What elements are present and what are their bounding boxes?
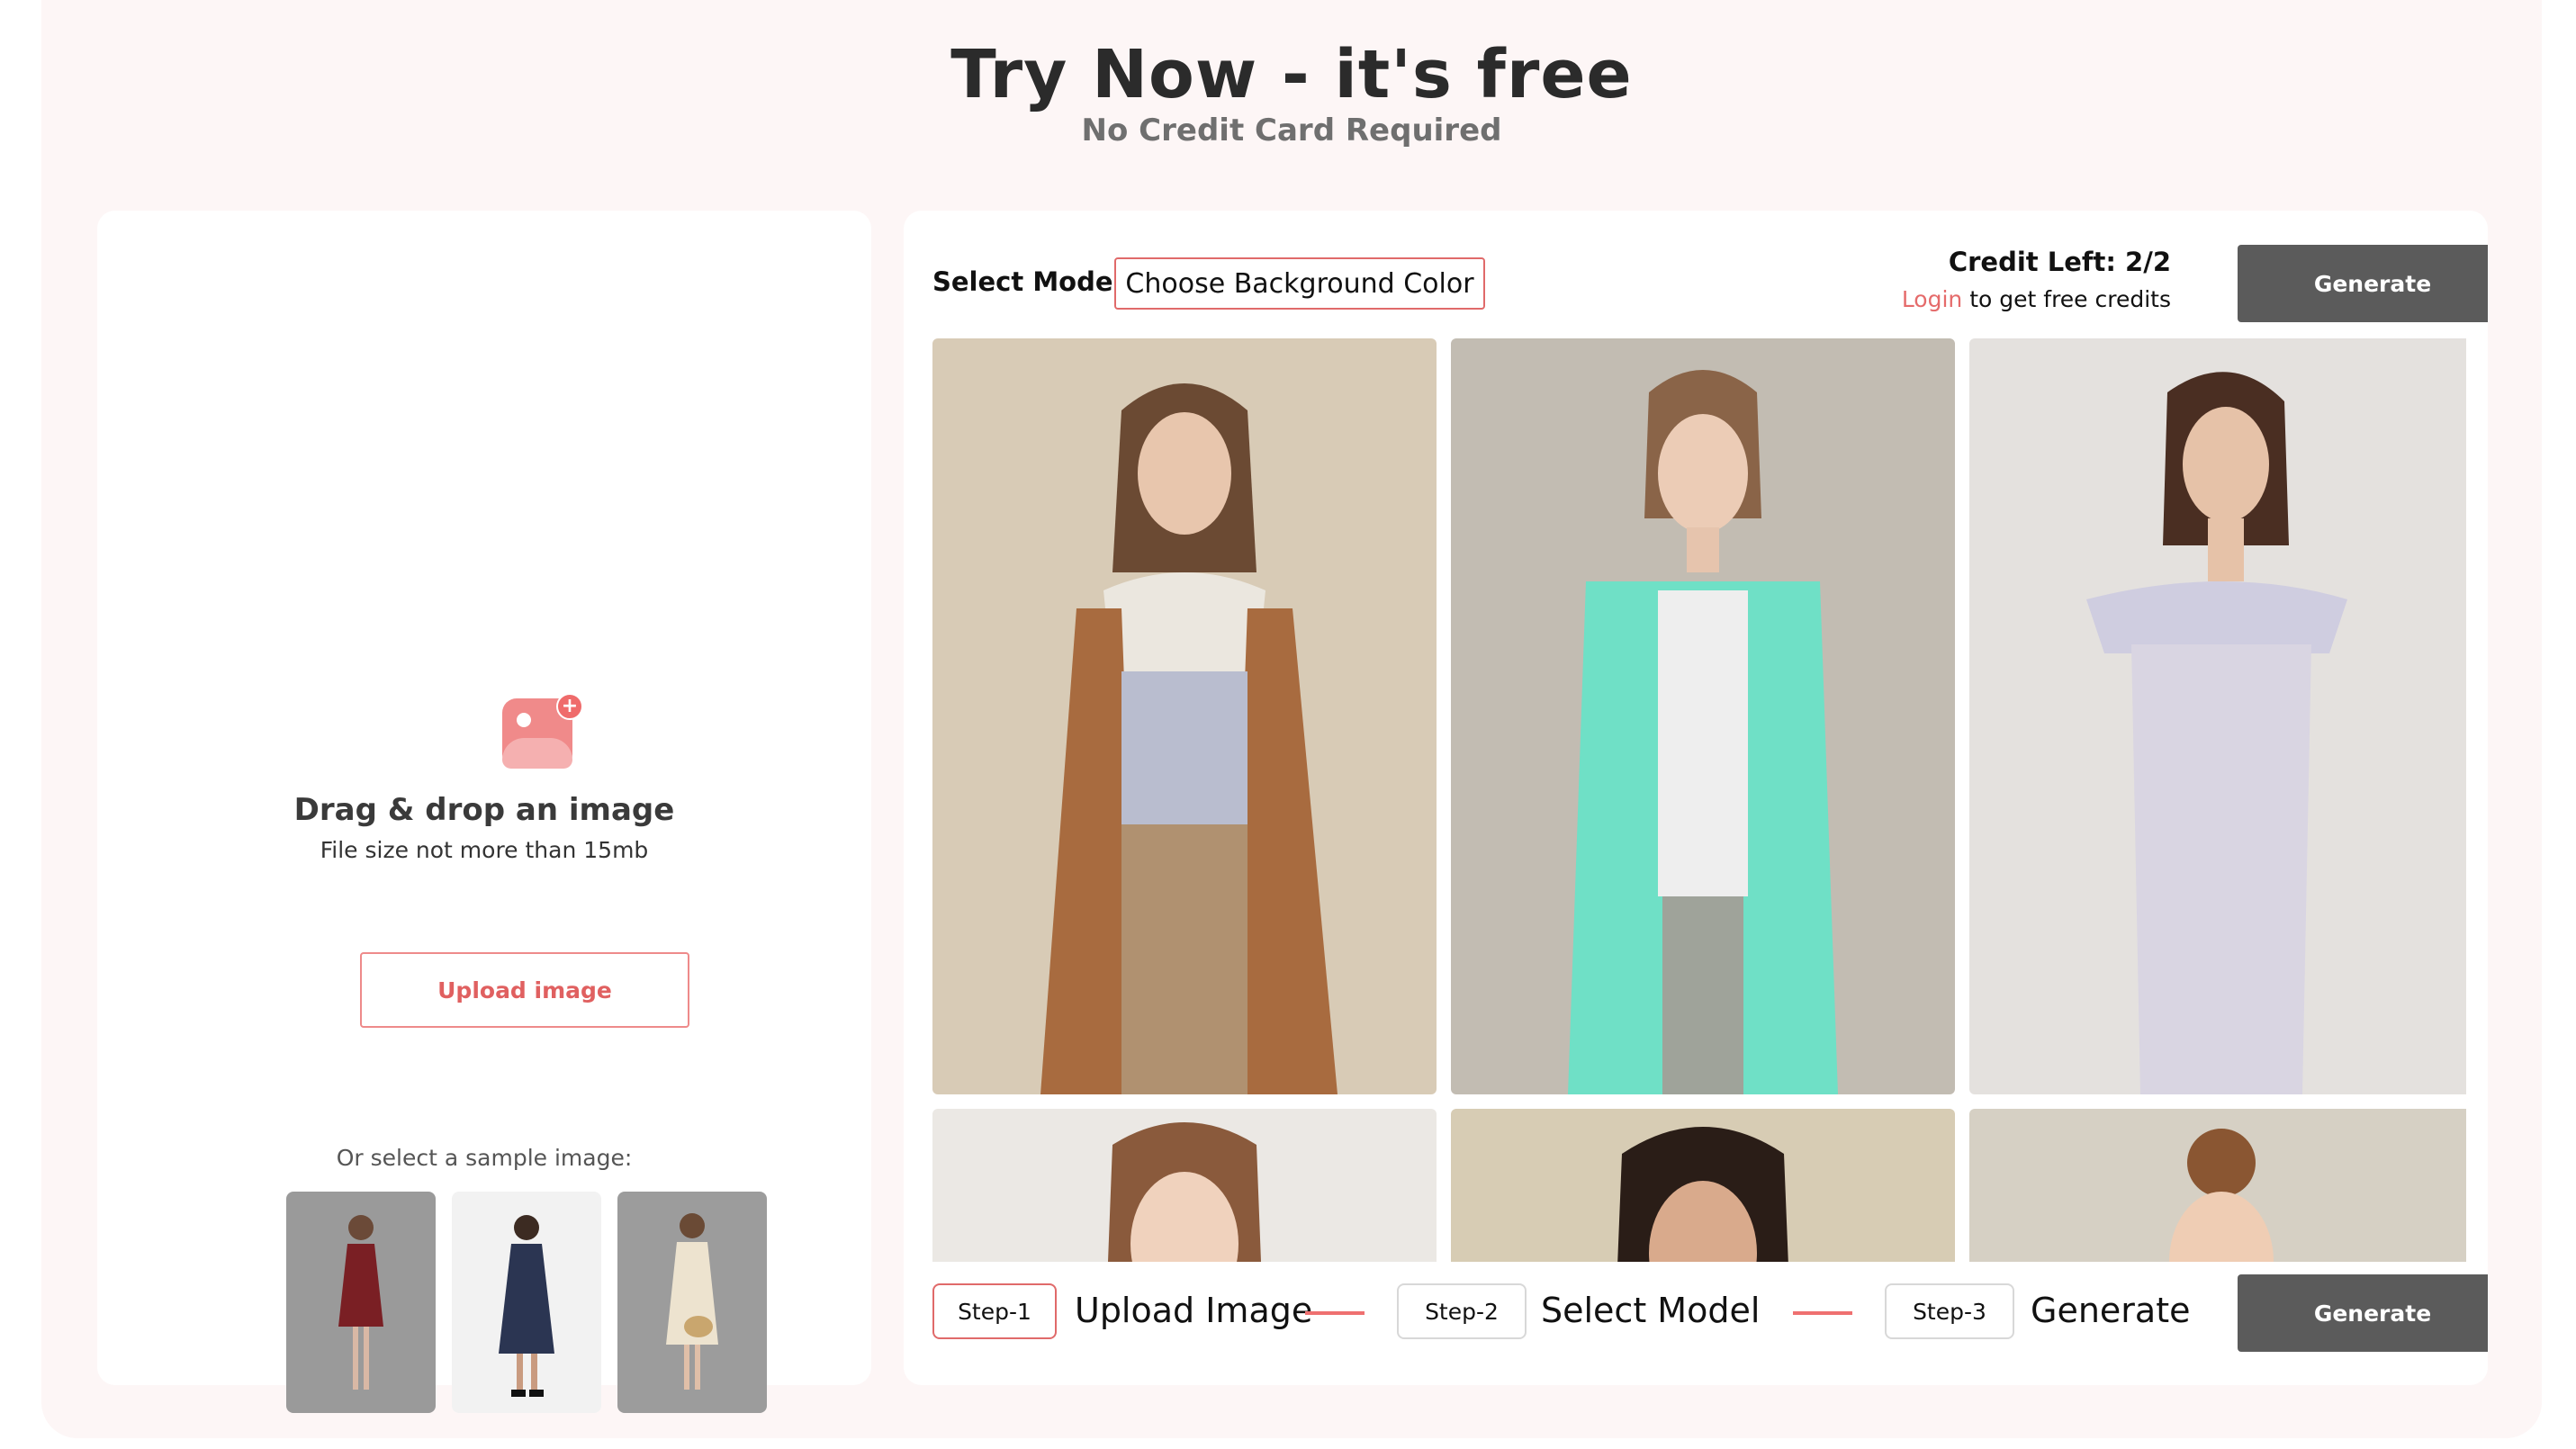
model-mint-blazer[interactable]	[1451, 338, 1955, 1094]
sample-navy-dress[interactable]	[452, 1192, 601, 1413]
dropzone-subtitle: File size not more than 15mb	[320, 837, 649, 863]
step-1-badge: Step-1	[932, 1283, 1057, 1339]
sample-images-label: Or select a sample image:	[336, 1145, 633, 1171]
credit-counter: Credit Left: 2/2	[1948, 247, 2171, 277]
generate-button-top[interactable]: Generate	[2238, 245, 2488, 322]
upload-panel[interactable]: + Drag & drop an image File size not mor…	[97, 211, 871, 1413]
image-add-icon: +	[502, 693, 583, 769]
sample-cream-dress[interactable]	[617, 1192, 767, 1413]
generate-button-bottom[interactable]: Generate	[2238, 1274, 2488, 1352]
login-link[interactable]: Login	[1902, 286, 1962, 312]
model-lilac-dress[interactable]	[1969, 338, 2466, 1094]
model-panel: Select Model Choose Background Color Cre…	[904, 211, 2488, 1385]
step-2-badge: Step-2	[1397, 1283, 1527, 1339]
upload-image-button[interactable]: Upload image	[360, 952, 689, 1028]
model-4[interactable]	[932, 1109, 1437, 1265]
page-subtitle: No Credit Card Required	[1081, 112, 1502, 148]
model-5[interactable]	[1451, 1109, 1955, 1265]
step-connector	[1305, 1311, 1365, 1315]
step-3-label: Generate	[2031, 1291, 2191, 1330]
sample-red-dress[interactable]	[286, 1192, 436, 1413]
login-prompt: Login to get free credits	[1902, 286, 2171, 312]
dropzone-title: Drag & drop an image	[293, 792, 675, 828]
model-6[interactable]	[1969, 1109, 2466, 1265]
model-grid	[932, 338, 2466, 1265]
step-connector	[1793, 1311, 1852, 1315]
step-1-label: Upload Image	[1075, 1291, 1313, 1330]
page-container: Try Now - it's free No Credit Card Requi…	[41, 0, 2542, 1438]
page-title: Try Now - it's free	[950, 36, 1633, 113]
step-2-label: Select Model	[1541, 1291, 1761, 1330]
steps-bar: Step-1 Upload Image Step-2 Select Model …	[904, 1262, 2488, 1385]
step-3-badge: Step-3	[1885, 1283, 2014, 1339]
choose-background-color-button[interactable]: Choose Background Color	[1114, 257, 1485, 310]
login-suffix: to get free credits	[1969, 286, 2171, 312]
select-model-label: Select Model	[932, 266, 1122, 297]
model-brown-coat[interactable]	[932, 338, 1437, 1094]
